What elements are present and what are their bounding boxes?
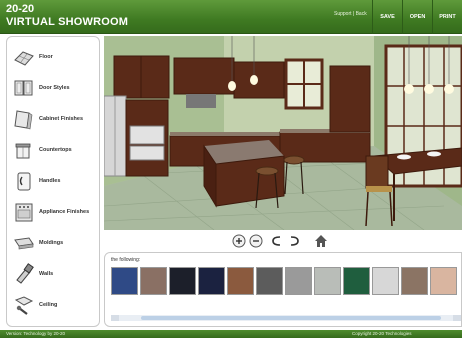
- sidebar-item-label: Appliance Finishes: [39, 209, 90, 215]
- cabinet-finishes-icon: [14, 110, 33, 130]
- countertops-icon: [15, 143, 31, 159]
- header-bar: 20-20 VIRTUAL SHOWROOM Support | Back SA…: [0, 0, 462, 34]
- scroll-right-arrow[interactable]: [453, 315, 461, 321]
- sidebar-item-ceiling[interactable]: Ceiling: [13, 291, 97, 319]
- finish-swatch[interactable]: [169, 267, 196, 295]
- finish-swatch[interactable]: [198, 267, 225, 295]
- virtual-showroom-app: 20-20 VIRTUAL SHOWROOM Support | Back SA…: [0, 0, 462, 338]
- finish-swatch[interactable]: [140, 267, 167, 295]
- kitchen-3d-viewport[interactable]: [104, 36, 462, 230]
- finish-swatch[interactable]: [227, 267, 254, 295]
- sidebar-item-label: Walls: [39, 271, 54, 277]
- sidebar-item-door-styles[interactable]: Door Styles: [13, 74, 97, 102]
- floor-icon: [14, 51, 34, 66]
- sidebar-item-appliance-finishes[interactable]: Appliance Finishes: [13, 198, 97, 226]
- zoom-out-icon[interactable]: [249, 234, 263, 248]
- sidebar-item-cabinet-finishes[interactable]: Cabinet Finishes: [13, 105, 97, 133]
- save-button[interactable]: SAVE: [372, 0, 402, 34]
- sidebar: Floor Door Styles Cabinet Finishes Count…: [6, 36, 100, 327]
- swatch-panel-title: the following:: [111, 257, 141, 263]
- sidebar-item-floor[interactable]: Floor: [13, 43, 97, 71]
- moldings-icon: [14, 237, 34, 250]
- finish-swatch[interactable]: [343, 267, 370, 295]
- finish-swatch[interactable]: [285, 267, 312, 295]
- sidebar-item-countertops[interactable]: Countertops: [13, 136, 97, 164]
- app-logo: 20-20 VIRTUAL SHOWROOM: [6, 3, 128, 29]
- kitchen-render: [104, 36, 462, 230]
- sidebar-item-label: Cabinet Finishes: [39, 116, 84, 122]
- finish-swatch-panel: the following:: [104, 252, 462, 327]
- footer-bar: Version: Technology by 20-20 Copyright 2…: [0, 330, 462, 338]
- sidebar-item-label: Ceiling: [39, 302, 58, 308]
- sidebar-item-label: Door Styles: [39, 85, 70, 91]
- finish-swatch[interactable]: [372, 267, 399, 295]
- sidebar-item-handles[interactable]: Handles: [13, 167, 97, 195]
- rotate-right-icon[interactable]: [287, 234, 301, 248]
- footer-copyright-text: Copyright 20-20 Technologies: [352, 331, 412, 336]
- print-button[interactable]: PRINT: [432, 0, 462, 34]
- scroll-thumb[interactable]: [141, 316, 441, 320]
- walls-icon: [16, 263, 34, 284]
- open-button[interactable]: OPEN: [402, 0, 432, 34]
- scroll-left-arrow[interactable]: [111, 315, 119, 321]
- finish-swatch[interactable]: [401, 267, 428, 295]
- appliance-finishes-icon: [15, 203, 33, 222]
- view-toolbar: [104, 231, 462, 251]
- support-back-links[interactable]: Support | Back: [334, 11, 367, 17]
- logo-line-2: VIRTUAL SHOWROOM: [6, 16, 129, 28]
- footer-version-text: Version: Technology by 20-20: [6, 331, 65, 336]
- swatch-scrollbar[interactable]: [111, 315, 461, 321]
- finish-swatch[interactable]: [111, 267, 138, 295]
- finish-swatch[interactable]: [256, 267, 283, 295]
- sidebar-item-walls[interactable]: Walls: [13, 260, 97, 288]
- home-icon[interactable]: [314, 234, 328, 248]
- ceiling-icon: [14, 296, 34, 315]
- handles-icon: [17, 172, 31, 191]
- zoom-in-icon[interactable]: [232, 234, 246, 248]
- sidebar-item-label: Countertops: [39, 147, 72, 153]
- finish-swatch[interactable]: [314, 267, 341, 295]
- rotate-left-icon[interactable]: [270, 234, 284, 248]
- sidebar-item-moldings[interactable]: Moldings: [13, 229, 97, 257]
- logo-line-1: 20-20: [6, 3, 35, 15]
- finish-swatch[interactable]: [430, 267, 457, 295]
- sidebar-item-label: Floor: [39, 54, 53, 60]
- sidebar-item-label: Moldings: [39, 240, 64, 246]
- sidebar-item-label: Handles: [39, 178, 61, 184]
- door-styles-icon: [14, 80, 33, 96]
